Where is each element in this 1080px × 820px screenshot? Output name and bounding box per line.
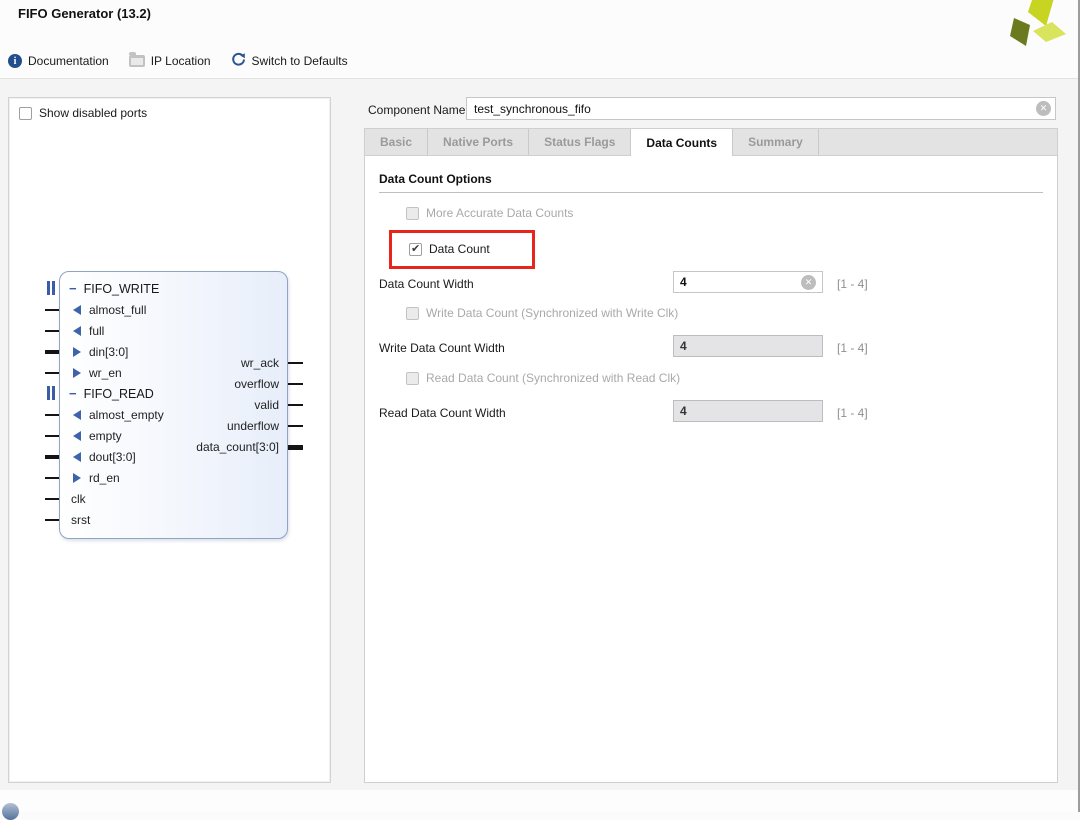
- port-stub: [288, 383, 303, 385]
- more-accurate-data-counts-label: More Accurate Data Counts: [426, 206, 573, 220]
- data-count-checkbox[interactable]: [409, 243, 422, 256]
- refresh-icon: [231, 52, 246, 70]
- tab-status-flags[interactable]: Status Flags: [529, 129, 631, 155]
- port-row-fifo-write: − FIFO_WRITE: [60, 278, 287, 299]
- port-row-wr-ack: wr_ack: [60, 352, 287, 373]
- show-disabled-ports-label: Show disabled ports: [39, 106, 147, 120]
- write-data-count-width-range: [1 - 4]: [837, 341, 868, 355]
- write-data-count-row: Write Data Count (Synchronized with Writ…: [406, 306, 678, 320]
- section-title: Data Count Options: [379, 172, 492, 186]
- documentation-button[interactable]: i Documentation: [8, 54, 109, 68]
- bottom-strip: [0, 790, 1080, 812]
- folder-icon: [129, 55, 145, 67]
- switch-to-defaults-label: Switch to Defaults: [252, 54, 348, 68]
- port-label: almost_full: [89, 303, 146, 317]
- tab-data-counts[interactable]: Data Counts: [631, 129, 733, 156]
- port-label: full: [89, 324, 104, 338]
- port-stub: [45, 477, 59, 479]
- port-stub: [288, 362, 303, 364]
- ip-location-label: IP Location: [151, 54, 211, 68]
- data-counts-tab-panel: Data Count Options More Accurate Data Co…: [364, 155, 1058, 783]
- port-bus-stub: [45, 455, 59, 459]
- more-accurate-data-counts-checkbox: [406, 207, 419, 220]
- toolbar: i Documentation IP Location Switch to De…: [8, 51, 348, 71]
- write-data-count-width-input: [673, 335, 823, 357]
- read-data-count-row: Read Data Count (Synchronized with Read …: [406, 371, 680, 385]
- port-stub: [45, 519, 59, 521]
- port-stub: [45, 435, 59, 437]
- port-label: FIFO_WRITE: [84, 282, 160, 296]
- port-bus-stub: [45, 350, 59, 354]
- write-data-count-checkbox: [406, 307, 419, 320]
- port-stub: [288, 425, 303, 427]
- read-data-count-checkbox: [406, 372, 419, 385]
- port-stub: [45, 330, 59, 332]
- port-label: srst: [71, 513, 90, 527]
- port-row-underflow: underflow: [60, 415, 287, 436]
- fifo-block-diagram: − FIFO_WRITE almost_full full din[3:0]: [59, 271, 288, 539]
- port-row-valid: valid: [60, 394, 287, 415]
- read-data-count-label: Read Data Count (Synchronized with Read …: [426, 371, 680, 385]
- show-disabled-ports-checkbox[interactable]: [19, 107, 32, 120]
- interface-bars-icon: [47, 281, 55, 295]
- clear-data-count-width-icon[interactable]: ✕: [801, 275, 816, 290]
- port-row-rd-en: rd_en: [60, 467, 287, 488]
- show-disabled-ports-row: Show disabled ports: [19, 106, 147, 120]
- port-stub: [45, 372, 59, 374]
- port-row-almost-full: almost_full: [60, 299, 287, 320]
- clear-component-name-icon[interactable]: ✕: [1036, 101, 1051, 116]
- port-out-arrow-icon: [73, 305, 81, 315]
- port-row-data-count: data_count[3:0]: [60, 436, 287, 457]
- data-count-width-range: [1 - 4]: [837, 277, 868, 291]
- tab-basic[interactable]: Basic: [365, 129, 428, 155]
- documentation-label: Documentation: [28, 54, 109, 68]
- port-bus-stub: [288, 445, 303, 450]
- write-data-count-width-label: Write Data Count Width: [379, 341, 505, 355]
- port-row-full: full: [60, 320, 287, 341]
- page-title: FIFO Generator (13.2): [18, 6, 151, 21]
- component-name-label: Component Name: [368, 103, 465, 117]
- port-stub: [45, 309, 59, 311]
- read-data-count-width-label: Read Data Count Width: [379, 406, 506, 420]
- read-data-count-width-input: [673, 400, 823, 422]
- data-count-row: Data Count: [409, 242, 490, 256]
- port-row-srst: srst: [60, 509, 287, 530]
- data-count-width-label: Data Count Width: [379, 277, 474, 291]
- port-in-arrow-icon: [73, 473, 81, 483]
- tab-native-ports[interactable]: Native Ports: [428, 129, 529, 155]
- component-name-input[interactable]: [466, 97, 1056, 120]
- port-row-clk: clk: [60, 488, 287, 509]
- port-label: valid: [254, 398, 279, 412]
- tab-bar: Basic Native Ports Status Flags Data Cou…: [364, 128, 1058, 155]
- xilinx-logo-icon: [1000, 0, 1070, 48]
- port-out-arrow-icon: [73, 326, 81, 336]
- port-label: rd_en: [89, 471, 120, 485]
- port-label: wr_ack: [241, 356, 279, 370]
- switch-to-defaults-button[interactable]: Switch to Defaults: [231, 52, 348, 70]
- port-label: clk: [71, 492, 86, 506]
- info-icon: i: [8, 54, 22, 68]
- port-label: overflow: [234, 377, 279, 391]
- right-ports: wr_ack overflow valid underflow data_cou…: [60, 352, 287, 457]
- port-label: data_count[3:0]: [196, 440, 279, 454]
- port-stub: [45, 498, 59, 500]
- more-accurate-data-counts-row: More Accurate Data Counts: [406, 206, 573, 220]
- port-stub: [288, 404, 303, 406]
- section-divider: [379, 192, 1043, 193]
- collapse-minus-icon[interactable]: −: [69, 284, 77, 294]
- interface-bars-icon: [47, 386, 55, 400]
- ip-location-button[interactable]: IP Location: [129, 54, 211, 68]
- ip-symbol-panel: Show disabled ports − FIFO_WRITE almost_…: [8, 97, 331, 783]
- tab-summary[interactable]: Summary: [733, 129, 819, 155]
- port-stub: [45, 414, 59, 416]
- data-count-label: Data Count: [429, 242, 490, 256]
- port-label: underflow: [227, 419, 279, 433]
- port-row-overflow: overflow: [60, 373, 287, 394]
- write-data-count-label: Write Data Count (Synchronized with Writ…: [426, 306, 678, 320]
- read-data-count-width-range: [1 - 4]: [837, 406, 868, 420]
